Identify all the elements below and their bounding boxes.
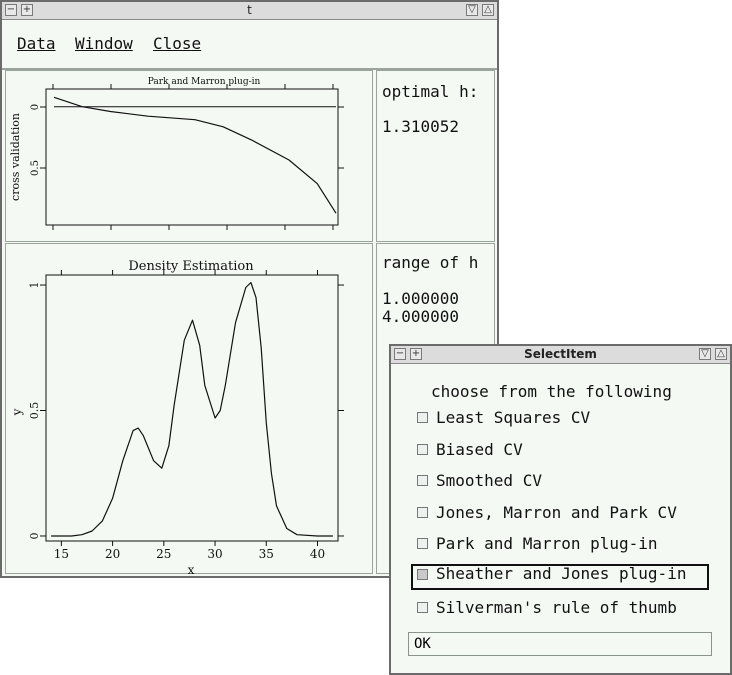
density-plot: Density Estimation y x 15 20 25 30 35 40 0 0.5 1 — [10, 259, 344, 575]
title-bar: − + t ▽ △ — [2, 2, 497, 20]
range-h-label: range of h — [382, 253, 479, 272]
x-tick-label: 35 — [259, 547, 274, 561]
cv-ytick-0: 0 — [30, 104, 41, 110]
range-h-max: 4.000000 — [382, 307, 460, 326]
window-title: t — [247, 3, 252, 17]
option-checkbox[interactable] — [417, 444, 428, 455]
dialog-title-bar: − + SelectItem ▽ △ — [391, 346, 730, 364]
option-checkbox[interactable] — [417, 412, 428, 423]
option-checkbox[interactable] — [417, 569, 428, 580]
option-label: Smoothed CV — [436, 471, 542, 490]
select-item-dialog: − + SelectItem ▽ △ choose from the follo… — [389, 344, 732, 675]
density-plot-frame — [45, 274, 339, 542]
density-ylabel: y — [10, 408, 24, 416]
range-h-min: 1.000000 — [382, 289, 460, 308]
option-label: Park and Marron plug-in — [436, 534, 658, 553]
menu-close[interactable]: Close — [153, 34, 201, 53]
menu-data[interactable]: Data — [17, 34, 56, 53]
maximize-button[interactable]: △ — [715, 348, 727, 360]
option-checkbox[interactable] — [417, 538, 428, 549]
option-item[interactable]: Sheather and Jones plug-in — [411, 564, 709, 590]
x-tick-label: 40 — [310, 547, 325, 561]
option-label: Biased CV — [436, 440, 523, 459]
maximize-button[interactable]: △ — [482, 4, 494, 16]
option-checkbox[interactable] — [417, 475, 428, 486]
dialog-title: SelectItem — [524, 347, 597, 361]
y-tick-label: 1 — [28, 282, 41, 289]
ok-button[interactable]: OK — [408, 632, 712, 656]
x-tick-label: 25 — [156, 547, 171, 561]
option-label: Silverman's rule of thumb — [436, 598, 677, 617]
minimize-button[interactable]: ▽ — [699, 348, 711, 360]
menu-bar: Data Window Close — [2, 20, 497, 70]
y-tick-label: 0.5 — [28, 402, 41, 420]
option-label: Least Squares CV — [436, 408, 591, 427]
optimal-h-panel: optimal h: 1.310052 — [376, 70, 495, 242]
cv-xticks — [52, 84, 334, 230]
cv-plot: Park and Marron plug-in cross validation… — [9, 77, 344, 230]
density-plot-title: Density Estimation — [128, 259, 254, 274]
cv-plot-title: Park and Marron plug-in — [148, 77, 261, 87]
option-checkbox[interactable] — [417, 507, 428, 518]
option-label: Sheather and Jones plug-in — [436, 564, 687, 583]
x-tick-label: 20 — [105, 547, 120, 561]
option-checkbox[interactable] — [417, 602, 428, 613]
cv-plot-panel: Park and Marron plug-in cross validation… — [5, 70, 373, 242]
minimize-button[interactable]: ▽ — [466, 4, 478, 16]
optimal-h-value: 1.310052 — [382, 117, 460, 136]
cv-ylabel: cross validation — [9, 113, 22, 201]
y-tick-label: 0 — [28, 532, 41, 539]
optimal-h-label: optimal h: — [382, 82, 479, 101]
density-xlabel: x — [188, 563, 195, 575]
cv-series-line — [53, 96, 337, 214]
density-plot-panel: Density Estimation y x 15 20 25 30 35 40 0 0.5 1 — [5, 243, 373, 575]
x-tick-label: 30 — [207, 547, 222, 561]
density-series-line — [51, 281, 333, 537]
option-label: Jones, Marron and Park CV — [436, 503, 677, 522]
cv-plot-frame — [45, 88, 339, 226]
cv-ytick-0.5: 0.5 — [30, 160, 41, 176]
ok-button-label: OK — [414, 636, 431, 652]
x-tick-label: 15 — [54, 547, 69, 561]
dialog-prompt: choose from the following — [431, 382, 672, 401]
menu-window[interactable]: Window — [75, 34, 133, 53]
